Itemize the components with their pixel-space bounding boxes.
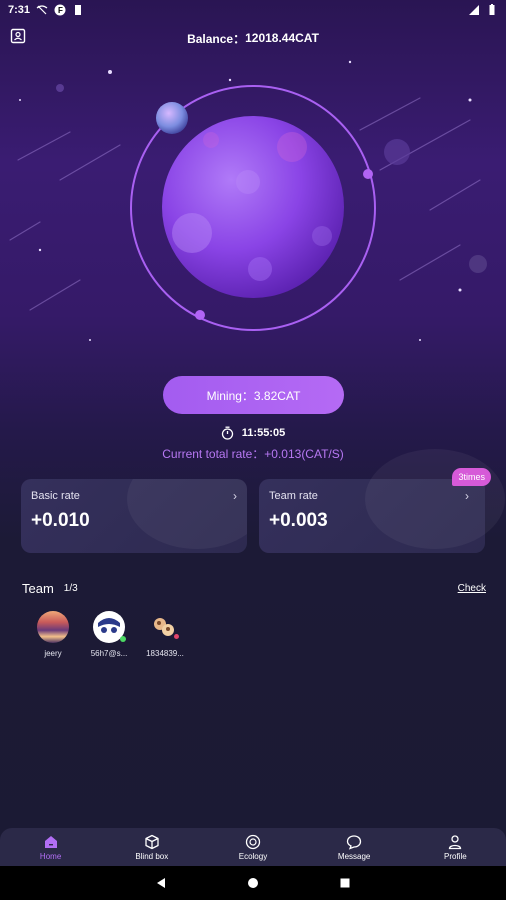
member-name: 56h7@s... [90, 649, 128, 658]
ecology-icon [245, 834, 261, 849]
box-icon [145, 834, 159, 849]
team-count: 1/3 [63, 582, 78, 594]
mining-timer: 11:55:05 [0, 424, 506, 442]
nav-message[interactable]: Message [319, 834, 389, 861]
basic-rate-card[interactable]: Basic rate +0.010 › [21, 479, 247, 553]
team-members: jeery 56h7@s... 1834839... [28, 611, 190, 658]
nav-blind-box-label: Blind box [135, 851, 169, 861]
nav-home[interactable]: Home [16, 834, 86, 861]
mining-button-label: Mining：3.82CAT [206, 388, 301, 403]
basic-rate-value: +0.010 [31, 510, 90, 531]
status-time: 7:31 [8, 4, 31, 16]
stopwatch-icon [221, 426, 233, 440]
status-bar: 7:31 F [0, 0, 506, 20]
header: Balance： 12018.44CAT [0, 28, 506, 48]
nav-blind-box[interactable]: Blind box [117, 834, 187, 861]
signal-icon [469, 5, 479, 15]
team-rate-card[interactable]: Team rate +0.003 › 3times [259, 449, 505, 553]
mining-button[interactable]: Mining：3.82CAT [163, 376, 344, 414]
profile-icon [449, 834, 462, 849]
basic-rate-title: Basic rate [31, 490, 80, 502]
multiplier-badge: 3times [452, 468, 491, 486]
team-rate-title: Team rate [269, 490, 318, 502]
team-check-link[interactable]: Check [458, 583, 486, 594]
team-member[interactable]: 56h7@s... [84, 611, 134, 658]
wifi-off-icon [36, 5, 48, 15]
battery-icon [489, 4, 495, 15]
team-member[interactable]: jeery [28, 611, 78, 658]
team-header: Team 1/3 Check [22, 579, 486, 597]
planet-illustration [130, 85, 376, 331]
nav-ecology[interactable]: Ecology [218, 834, 288, 861]
avatar [149, 611, 181, 643]
nav-home-label: Home [39, 851, 62, 861]
svg-text:F: F [58, 6, 63, 15]
team-member[interactable]: 1834839... [140, 611, 190, 658]
sd-card-icon [75, 5, 82, 15]
chevron-right-icon: › [233, 489, 237, 503]
nav-profile[interactable]: Profile [420, 834, 490, 861]
timer-value: 11:55:05 [241, 427, 286, 439]
status-indicator [174, 634, 179, 639]
bottom-navigation: Home Blind box Ecology Message Profile [0, 828, 506, 866]
balance-label: Balance： [187, 31, 246, 46]
team-rate-value: +0.003 [269, 510, 328, 531]
avatar [93, 611, 126, 643]
avatar [37, 611, 69, 643]
system-navigation-bar [0, 866, 506, 900]
home-circle-icon[interactable] [246, 876, 260, 890]
home-icon [44, 835, 57, 848]
member-name: jeery [44, 649, 62, 658]
notification-f-icon: F [54, 4, 66, 16]
nav-profile-label: Profile [444, 851, 467, 861]
message-icon [347, 834, 362, 850]
back-icon[interactable] [154, 876, 168, 890]
nav-ecology-label: Ecology [238, 851, 268, 861]
balance-value: 12018.44CAT [245, 31, 319, 45]
nav-message-label: Message [337, 851, 371, 861]
recents-icon[interactable] [338, 876, 352, 890]
team-label: Team [22, 580, 54, 596]
scan-button[interactable] [10, 28, 26, 44]
member-name: 1834839... [146, 649, 184, 658]
chevron-right-icon: › [465, 489, 469, 503]
online-indicator [120, 636, 126, 642]
